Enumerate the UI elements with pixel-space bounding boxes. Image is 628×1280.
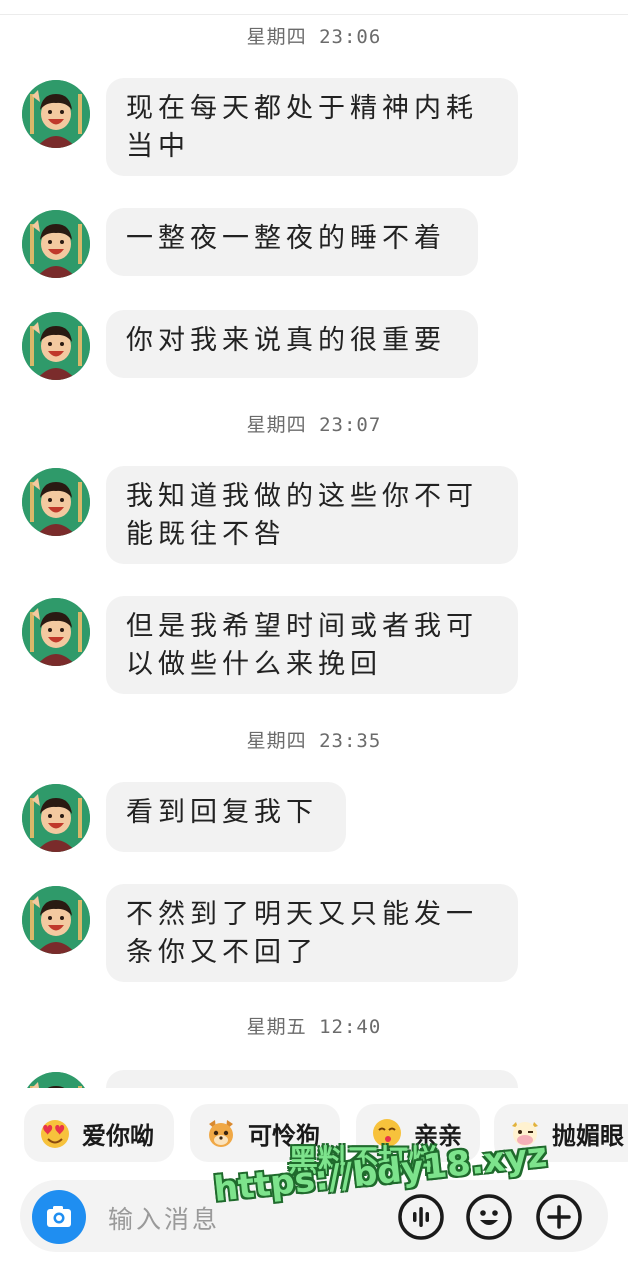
wink-cow-emoji-icon	[512, 1122, 538, 1146]
message-line: 但是我希望时间或者我可	[126, 611, 478, 642]
timestamp: 星期四 23:06	[246, 26, 382, 48]
message-line: 我知道我做的这些你不可	[126, 481, 478, 512]
quick-reply-chip[interactable]: 抛媚眼	[494, 1104, 628, 1162]
avatar[interactable]	[22, 598, 90, 666]
message-composer: 输入消息	[20, 1180, 608, 1252]
emoji-button[interactable]	[464, 1192, 514, 1242]
chat-screen: 星期四 23:06 现在每天都处于精神内耗 当中 一整夜一整夜的睡不着 你对我来…	[0, 0, 628, 1280]
plus-icon	[536, 1194, 582, 1240]
avatar[interactable]	[22, 210, 90, 278]
message-bubble[interactable]: 现在每天都处于精神内耗 当中	[106, 78, 518, 176]
avatar[interactable]	[22, 80, 90, 148]
message-line: 一整夜一整夜的睡不着	[126, 223, 446, 254]
message-line: 看到回复我下	[126, 797, 318, 828]
pitiful-dog-emoji-icon	[209, 1120, 233, 1147]
timestamp: 星期五 12:40	[246, 1016, 382, 1038]
message-bubble[interactable]: 不然到了明天又只能发一 条你又不回了	[106, 884, 518, 982]
avatar[interactable]	[22, 468, 90, 536]
message-line: 能既往不咎	[126, 519, 286, 550]
message-bubble[interactable]	[106, 1070, 518, 1088]
message-bubble[interactable]: 你对我来说真的很重要	[106, 310, 478, 378]
chip-label: 亲亲	[414, 1121, 462, 1150]
avatar-illustration	[22, 598, 90, 666]
avatar-illustration	[22, 886, 90, 954]
avatar-illustration	[22, 312, 90, 380]
camera-button[interactable]	[32, 1190, 86, 1244]
avatar[interactable]	[22, 1072, 90, 1088]
timestamp: 星期四 23:35	[246, 730, 382, 752]
camera-icon	[47, 1206, 71, 1227]
message-line: 以做些什么来挽回	[126, 649, 382, 680]
message-bubble[interactable]: 但是我希望时间或者我可 以做些什么来挽回	[106, 596, 518, 694]
quick-reply-bar: 爱你呦 可怜狗 亲亲 抛媚眼	[0, 1098, 628, 1170]
avatar[interactable]	[22, 886, 90, 954]
avatar-illustration	[22, 784, 90, 852]
message-line: 你对我来说真的很重要	[126, 325, 446, 356]
plus-button[interactable]	[534, 1192, 584, 1242]
quick-reply-chip[interactable]: 爱你呦	[24, 1104, 174, 1162]
message-bubble[interactable]: 一整夜一整夜的睡不着	[106, 208, 478, 276]
avatar-illustration	[22, 468, 90, 536]
avatar[interactable]	[22, 784, 90, 852]
chip-label: 可怜狗	[248, 1121, 320, 1150]
avatar-illustration	[22, 80, 90, 148]
message-bubble[interactable]: 我知道我做的这些你不可 能既往不咎	[106, 466, 518, 564]
avatar-illustration	[22, 210, 90, 278]
avatar-illustration	[27, 1072, 85, 1088]
quick-reply-chip[interactable]: 可怜狗	[190, 1104, 340, 1162]
message-line: 现在每天都处于精神内耗	[126, 93, 478, 124]
chip-label: 抛媚眼	[552, 1121, 624, 1150]
message-input[interactable]: 输入消息	[108, 1200, 220, 1236]
smiley-icon	[466, 1194, 512, 1240]
timestamp: 星期四 23:07	[246, 414, 382, 436]
message-line: 条你又不回了	[126, 937, 318, 968]
chip-label: 爱你呦	[82, 1121, 154, 1150]
message-bubble[interactable]: 看到回复我下	[106, 782, 346, 852]
voice-button[interactable]	[396, 1192, 446, 1242]
quick-reply-chip[interactable]: 亲亲	[356, 1104, 480, 1162]
avatar[interactable]	[22, 312, 90, 380]
message-line: 当中	[126, 131, 190, 162]
message-list[interactable]: 星期四 23:06 现在每天都处于精神内耗 当中 一整夜一整夜的睡不着 你对我来…	[0, 0, 628, 1088]
heart-eyes-emoji-icon	[41, 1120, 69, 1148]
message-line: 不然到了明天又只能发一	[126, 899, 478, 930]
kiss-emoji-icon	[373, 1119, 401, 1147]
voice-wave-icon	[398, 1194, 444, 1240]
